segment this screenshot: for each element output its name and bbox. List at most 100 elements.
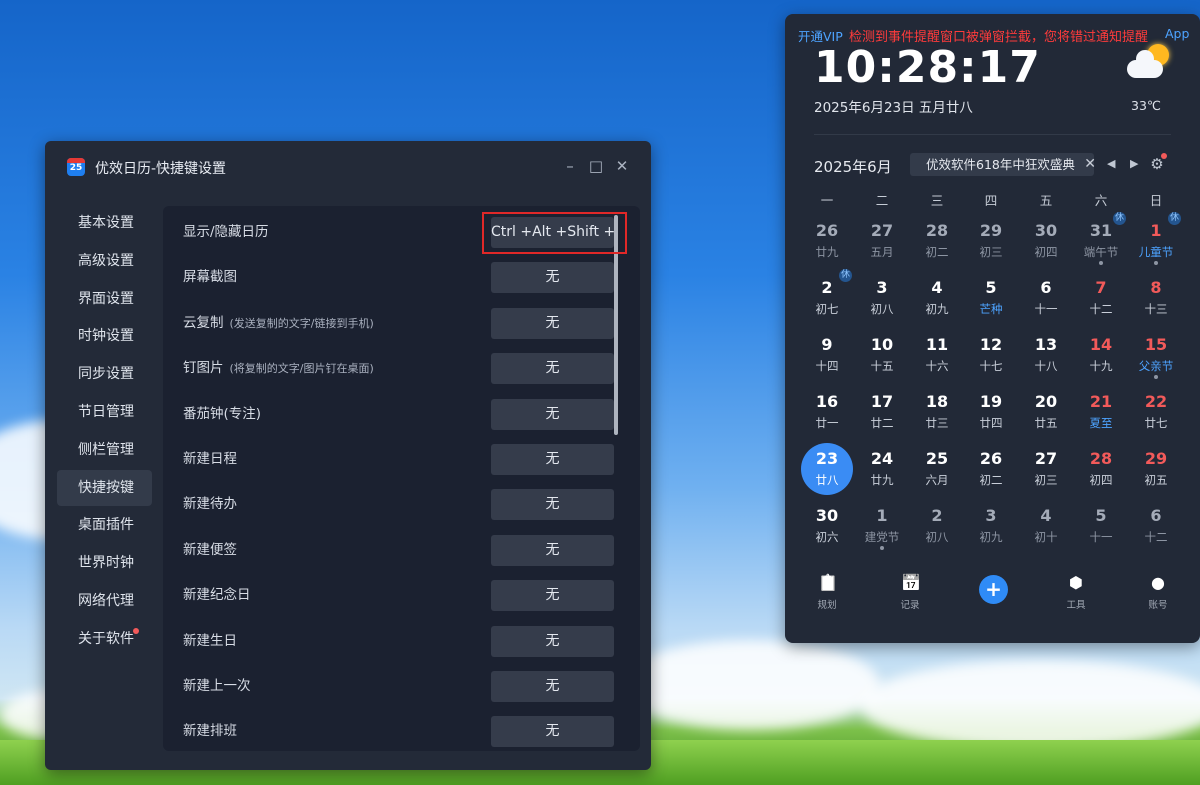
- month-label[interactable]: 2025年6月: [814, 156, 892, 177]
- settings-nav: 基本设置 高级设置 界面设置 时钟设置 同步设置节日管理侧栏管理快捷按键桌面插件 世界时钟…: [57, 205, 152, 659]
- close-icon[interactable]: ✕: [1084, 153, 1096, 176]
- title-bar[interactable]: 25 优效日历-快捷键设置 – □ ✕: [45, 141, 651, 193]
- calendar-day[interactable]: 1 建党节: [856, 500, 908, 552]
- calendar-day[interactable]: 20 廿五: [1020, 386, 1072, 438]
- calendar-day[interactable]: 27 五月: [856, 215, 908, 267]
- nav-item[interactable]: 节日管理: [57, 394, 152, 430]
- calendar-day[interactable]: 6 十一: [1020, 272, 1072, 324]
- weekday-header: 一: [820, 193, 834, 208]
- nav-item-label: 快捷按键: [78, 479, 134, 496]
- maximize-button[interactable]: □: [585, 155, 607, 177]
- calendar-day[interactable]: 5 芒种: [965, 272, 1017, 324]
- user-icon: ●: [1151, 573, 1165, 592]
- nav-item[interactable]: 同步设置: [57, 356, 152, 392]
- shortcut-row: 钉图片 (将复制的文字/图片钉在桌面) 无: [163, 346, 623, 391]
- calendar-day[interactable]: 25 六月: [911, 443, 963, 495]
- calendar-day[interactable]: 28 初四: [1075, 443, 1127, 495]
- day-number: 6: [1150, 506, 1162, 525]
- nav-item[interactable]: 基本设置: [57, 205, 152, 241]
- calendar-day[interactable]: 8 十三: [1130, 272, 1182, 324]
- partly-cloudy-icon[interactable]: [1123, 42, 1171, 86]
- calendar-day[interactable]: 7 十二: [1075, 272, 1127, 324]
- close-button[interactable]: ✕: [611, 155, 633, 177]
- calendar-day[interactable]: 12 十七: [965, 329, 1017, 381]
- shortcut-key-input[interactable]: 无: [491, 534, 614, 566]
- nav-item[interactable]: 侧栏管理: [57, 432, 152, 468]
- calendar-day[interactable]: 23 廿八: [801, 443, 853, 495]
- calendar-day[interactable]: 22 廿七: [1130, 386, 1182, 438]
- add-icon[interactable]: +: [979, 575, 1008, 604]
- calendar-day[interactable]: 3 初八: [856, 272, 908, 324]
- nav-item[interactable]: 界面设置: [57, 281, 152, 317]
- shortcut-key-input[interactable]: 无: [491, 580, 614, 612]
- calendar-day[interactable]: 4 初十: [1020, 500, 1072, 552]
- calendar-day[interactable]: 19 廿四: [965, 386, 1017, 438]
- bottom-nav-user[interactable]: ● 账号: [1133, 573, 1183, 612]
- calendar-day[interactable]: 11 十六: [911, 329, 963, 381]
- calendar-day[interactable]: 24 廿九: [856, 443, 908, 495]
- shortcut-key-input[interactable]: 无: [491, 625, 614, 657]
- weekday-header: 三: [930, 193, 944, 208]
- divider: [814, 134, 1171, 135]
- calendar-day[interactable]: 10 十五: [856, 329, 908, 381]
- shortcut-key-input[interactable]: 无: [491, 353, 614, 385]
- calendar-day[interactable]: 13 十八: [1020, 329, 1072, 381]
- shortcut-key-input[interactable]: 无: [491, 444, 614, 475]
- calendar-day[interactable]: 30 初六: [801, 500, 853, 552]
- nav-item[interactable]: 快捷按键: [57, 469, 152, 506]
- calendar-day[interactable]: 14 十九: [1075, 329, 1127, 381]
- calendar-day[interactable]: 4 初九: [911, 272, 963, 324]
- calendar-day[interactable]: 2 初八: [911, 500, 963, 552]
- shortcut-key-input[interactable]: 无: [491, 671, 614, 702]
- calendar-day[interactable]: 29 初三: [965, 215, 1017, 267]
- calendar-day[interactable]: 1 儿童节休: [1130, 212, 1182, 267]
- shortcut-key-input[interactable]: 无: [491, 489, 614, 521]
- shortcut-key-input[interactable]: 无: [491, 307, 614, 339]
- calendar-day[interactable]: 26 廿九: [801, 215, 853, 267]
- nav-item-label: 节日管理: [78, 403, 134, 420]
- day-number: 16: [815, 392, 839, 411]
- calendar-day[interactable]: 6 十二: [1130, 500, 1182, 552]
- promo-banner[interactable]: 优效软件618年中狂欢盛典 ✕: [910, 153, 1096, 176]
- minimize-button[interactable]: –: [559, 155, 581, 177]
- calendar-day[interactable]: 28 初二: [911, 215, 963, 267]
- calendar-day[interactable]: 21 夏至: [1075, 386, 1127, 438]
- next-month-icon[interactable]: ▶: [1130, 157, 1138, 170]
- calendar-day[interactable]: 18 廿三: [911, 386, 963, 438]
- calendar-day[interactable]: 31 端午节休: [1075, 212, 1127, 267]
- lunar-label: 父亲节: [1138, 359, 1174, 373]
- calendar-day[interactable]: 26 初二: [965, 443, 1017, 495]
- bottom-nav-clipboard[interactable]: 📋 规划: [802, 574, 852, 612]
- calendar-day[interactable]: 30 初四: [1020, 215, 1072, 267]
- calendar-day[interactable]: 5 十一: [1075, 500, 1127, 552]
- nav-item[interactable]: 桌面插件: [57, 507, 152, 543]
- calendar-day[interactable]: 17 廿二: [856, 386, 908, 438]
- shortcut-row: 屏幕截图 无: [163, 255, 623, 300]
- prev-month-icon[interactable]: ◀: [1107, 157, 1115, 170]
- shortcut-key-input[interactable]: 无: [491, 716, 614, 748]
- calendar-day[interactable]: 27 初三: [1020, 443, 1072, 495]
- event-dot: [1154, 261, 1158, 265]
- shortcut-key-input[interactable]: 无: [491, 262, 614, 294]
- bottom-nav-calendar-record[interactable]: 📅 记录: [885, 574, 935, 612]
- shortcut-name: 新建纪念日: [183, 587, 251, 604]
- weekday-header: 六: [1094, 193, 1108, 208]
- shortcut-key-input[interactable]: 无: [491, 398, 614, 430]
- day-number: 3: [985, 506, 997, 525]
- nav-item[interactable]: 世界时钟: [57, 545, 152, 581]
- day-number: 27: [1034, 449, 1058, 468]
- calendar-day[interactable]: 3 初九: [965, 500, 1017, 552]
- shortcut-list[interactable]: 显示/隐藏日历Ctrl +Alt +Shift +F1屏幕截图无云复制(发送复制…: [163, 206, 640, 751]
- calendar-day[interactable]: 16 廿一: [801, 386, 853, 438]
- app-link[interactable]: App: [1165, 26, 1189, 41]
- nav-item[interactable]: 关于软件: [57, 621, 152, 657]
- calendar-day[interactable]: 9 十四: [801, 329, 853, 381]
- nav-item[interactable]: 高级设置: [57, 243, 152, 279]
- calendar-day[interactable]: 15 父亲节: [1130, 329, 1182, 381]
- bottom-nav-label: 工具: [1066, 600, 1086, 611]
- bottom-nav-cube[interactable]: ⬢ 工具: [1051, 574, 1101, 612]
- calendar-day[interactable]: 29 初五: [1130, 443, 1182, 495]
- nav-item[interactable]: 时钟设置: [57, 318, 152, 354]
- calendar-day[interactable]: 2 初七休: [801, 269, 853, 324]
- nav-item[interactable]: 网络代理: [57, 583, 152, 619]
